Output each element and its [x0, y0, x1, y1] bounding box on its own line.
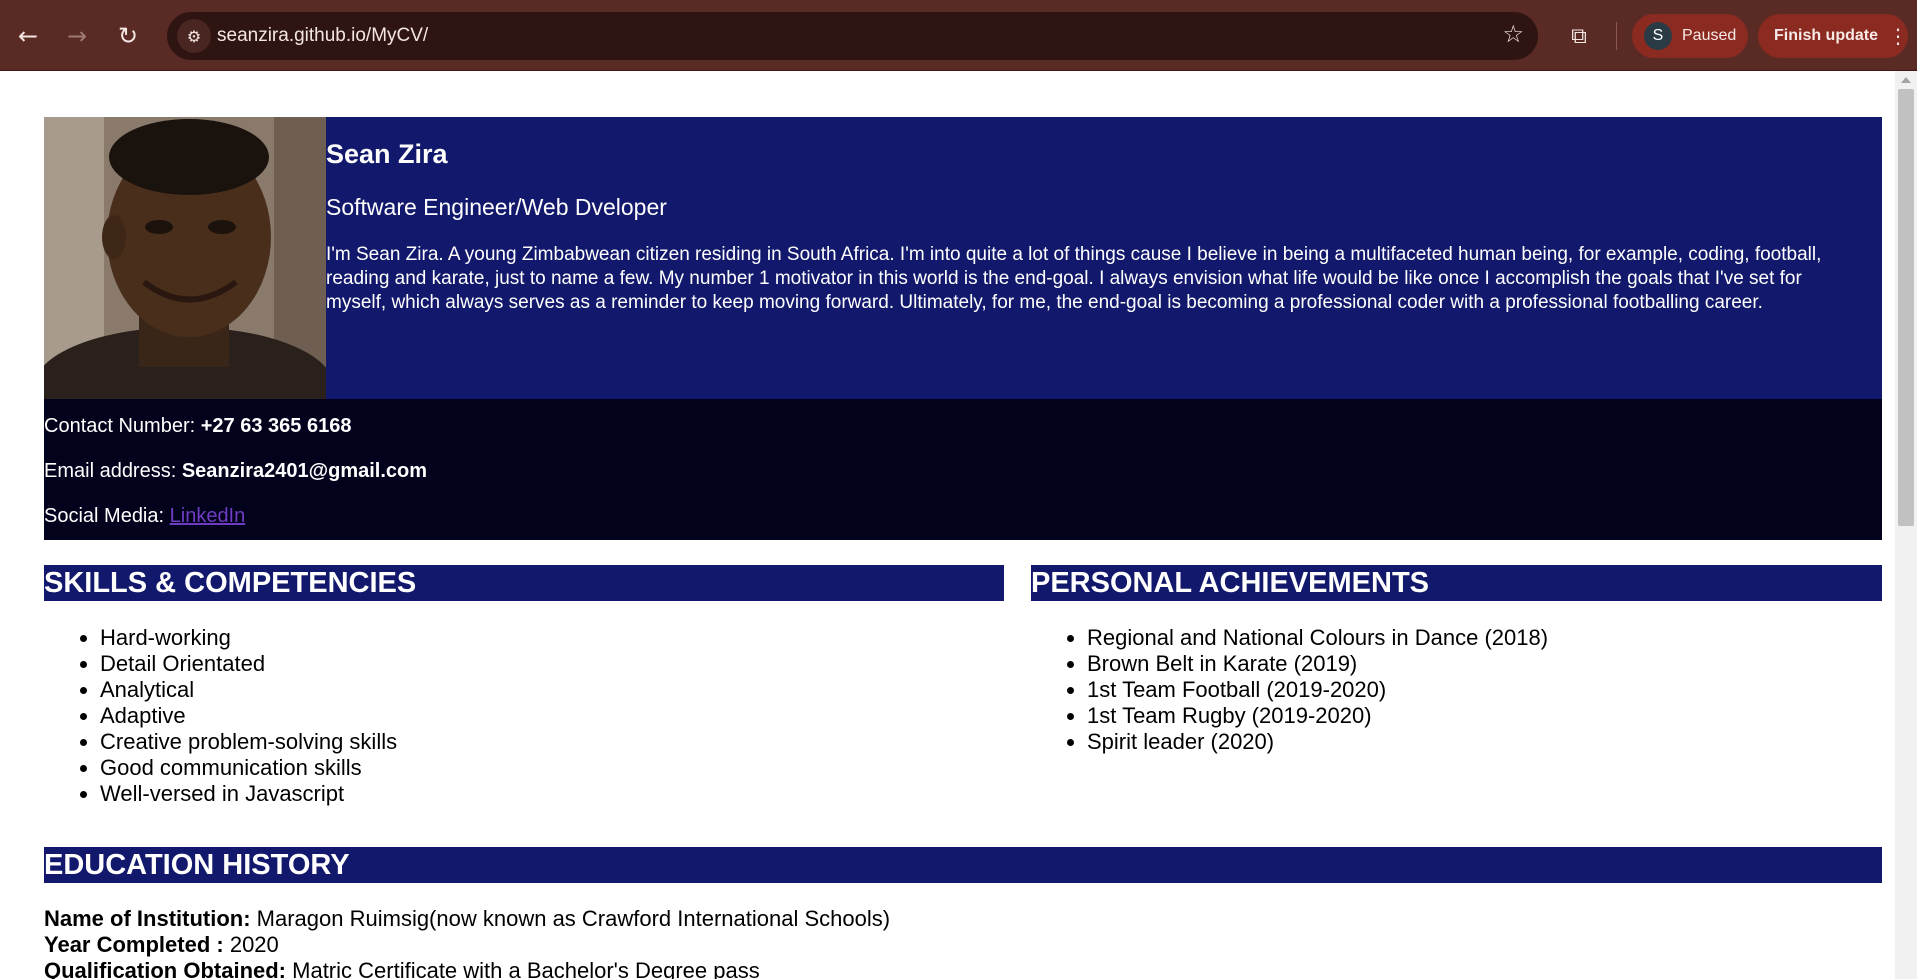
contact-phone-value: +27 63 365 6168	[200, 415, 352, 437]
profile-button[interactable]: S Paused	[1632, 14, 1748, 58]
list-item: Analytical	[100, 677, 397, 703]
contact-phone-line: Contact Number: +27 63 365 6168	[44, 415, 351, 438]
scroll-up-arrow-icon[interactable]	[1901, 77, 1911, 83]
list-item: Good communication skills	[100, 755, 397, 781]
edu-qualification-label: Qualification Obtained:	[44, 958, 287, 979]
finish-update-button[interactable]: Finish update ⋮	[1758, 14, 1908, 58]
edu-qualification-value: Matric Certificate with a Bachelor's Deg…	[286, 958, 760, 979]
list-item: 1st Team Rugby (2019-2020)	[1087, 703, 1548, 729]
education-heading: EDUCATION HISTORY	[44, 847, 1882, 883]
profile-photo	[44, 117, 326, 399]
contact-social-line: Social Media: LinkedIn	[44, 505, 245, 528]
reload-icon[interactable]: ↻	[109, 17, 147, 55]
edu-year-line: Year Completed : 2020	[44, 932, 279, 958]
edu-year-value: 2020	[223, 932, 279, 957]
list-item: Spirit leader (2020)	[1087, 729, 1548, 755]
skills-heading: SKILLS & COMPETENCIES	[44, 565, 1004, 601]
linkedin-link[interactable]: LinkedIn	[170, 505, 246, 527]
bookmark-star-icon[interactable]: ☆	[1502, 20, 1524, 48]
edu-institution-value: Maragon Ruimsig(now known as Crawford In…	[250, 906, 891, 931]
contact-email-label: Email address:	[44, 460, 182, 482]
browser-toolbar: ← → ↻ ⚙ seanzira.github.io/MyCV/ ☆ ⧉ S P…	[0, 0, 1917, 71]
contact-section: Contact Number: +27 63 365 6168 Email ad…	[44, 399, 1882, 540]
list-item: Detail Orientated	[100, 651, 397, 677]
list-item: Regional and National Colours in Dance (…	[1087, 625, 1548, 651]
edu-year-label: Year Completed :	[44, 932, 224, 957]
contact-email-line: Email address: Seanzira2401@gmail.com	[44, 460, 427, 483]
menu-kebab-icon[interactable]: ⋮	[1888, 24, 1908, 48]
back-arrow-icon[interactable]: ←	[9, 17, 47, 55]
toolbar-divider	[1616, 22, 1617, 50]
finish-update-label: Finish update	[1774, 27, 1878, 44]
address-bar[interactable]: ⚙ seanzira.github.io/MyCV/ ☆	[167, 12, 1538, 60]
cv-role: Software Engineer/Web Dveloper	[326, 194, 667, 220]
cv-bio: I'm Sean Zira. A young Zimbabwean citize…	[326, 244, 1822, 313]
profile-status: Paused	[1682, 27, 1737, 44]
skills-list: Hard-working Detail Orientated Analytica…	[44, 625, 397, 807]
extensions-icon[interactable]: ⧉	[1560, 17, 1598, 55]
list-item: Brown Belt in Karate (2019)	[1087, 651, 1548, 677]
edu-institution-label: Name of Institution:	[44, 906, 251, 931]
edu-institution-line: Name of Institution: Maragon Ruimsig(now…	[44, 906, 890, 932]
list-item: Creative problem-solving skills	[100, 729, 397, 755]
list-item: 1st Team Football (2019-2020)	[1087, 677, 1548, 703]
list-item: Well-versed in Javascript	[100, 781, 397, 807]
page-content: Sean Zira Software Engineer/Web Dveloper…	[0, 71, 1895, 979]
list-item: Hard-working	[100, 625, 397, 651]
site-info-icon[interactable]: ⚙	[177, 19, 211, 53]
contact-social-label: Social Media:	[44, 505, 170, 527]
page-scrollbar[interactable]	[1895, 71, 1917, 979]
list-item: Adaptive	[100, 703, 397, 729]
achievements-list: Regional and National Colours in Dance (…	[1031, 625, 1548, 755]
cv-name: Sean Zira	[326, 139, 448, 169]
contact-email-value: Seanzira2401@gmail.com	[181, 460, 428, 482]
avatar: S	[1644, 22, 1672, 50]
scrollbar-thumb[interactable]	[1898, 89, 1914, 526]
cv-header: Sean Zira Software Engineer/Web Dveloper…	[44, 117, 1882, 399]
url-text[interactable]: seanzira.github.io/MyCV/	[217, 25, 428, 47]
contact-phone-label: Contact Number:	[44, 415, 201, 437]
achievements-heading: PERSONAL ACHIEVEMENTS	[1031, 565, 1882, 601]
forward-arrow-icon[interactable]: →	[58, 17, 96, 55]
edu-qualification-line: Qualification Obtained: Matric Certifica…	[44, 958, 760, 979]
